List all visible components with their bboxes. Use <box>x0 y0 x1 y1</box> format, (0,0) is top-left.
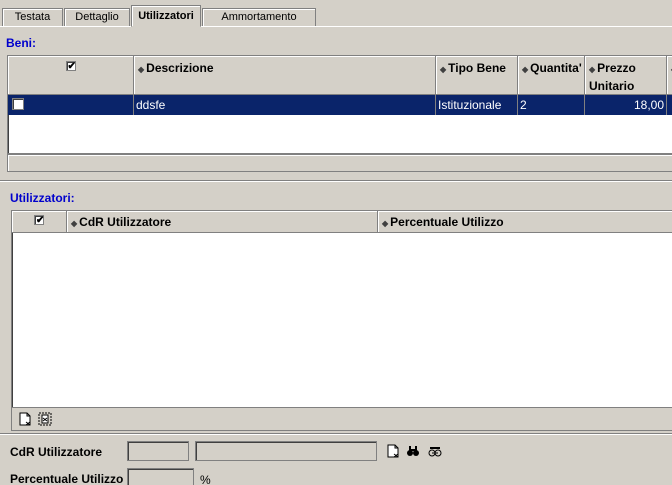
sort-icon: ◆ <box>138 65 145 74</box>
binoculars-icon[interactable] <box>406 444 420 461</box>
cdr-description-field[interactable] <box>195 441 377 461</box>
column-label: Tipo Bene <box>448 61 506 75</box>
column-header-quantita[interactable]: ◆ Quantita' <box>518 56 585 94</box>
select-all-checkbox[interactable] <box>65 59 76 75</box>
utilizzatori-toolbar <box>11 408 672 431</box>
beni-header: ◆Descrizione ◆Tipo Bene ◆Quantita' ◆Prez… <box>8 56 672 95</box>
sort-icon: ◆ <box>440 65 447 74</box>
column-label: Prezzo Unitario <box>589 61 636 93</box>
column-label: Descrizione <box>146 61 214 75</box>
utilizzatori-select-all-header[interactable] <box>12 211 67 232</box>
sort-icon: ◆ <box>522 65 529 74</box>
percentuale-utilizzo-label: Percentuale Utilizzo <box>10 472 124 485</box>
cell-descrizione: ddsfe <box>134 95 436 115</box>
column-label: Percentuale Utilizzo <box>390 215 504 229</box>
column-header-percentuale-utilizzo[interactable]: ◆ Percentuale Utilizzo <box>378 211 672 232</box>
beni-select-all-header[interactable] <box>8 56 134 94</box>
column-header-more[interactable]: ◆ <box>667 56 672 94</box>
table-row[interactable]: ddsfe Istituzionale 2 18,00 <box>8 95 672 115</box>
tab-dettaglio[interactable]: Dettaglio <box>64 8 130 27</box>
cell-quantita: 2 <box>518 95 585 115</box>
tab-ammortamento[interactable]: Ammortamento <box>202 8 316 27</box>
binoculars-clear-icon[interactable] <box>428 444 442 461</box>
new-row-icon[interactable] <box>18 412 32 426</box>
percentuale-utilizzo-field[interactable] <box>127 468 194 485</box>
new-document-icon[interactable] <box>386 444 400 461</box>
delete-row-icon[interactable] <box>38 412 52 426</box>
tab-label: Dettaglio <box>75 11 119 23</box>
sort-icon: ◆ <box>589 65 596 74</box>
column-label: Quantita' <box>530 61 582 75</box>
beni-horizontal-scrollbar[interactable] <box>7 154 672 172</box>
utilizzatori-title: Utilizzatori: <box>10 191 75 205</box>
cell-more <box>667 95 672 115</box>
column-header-tipo-bene[interactable]: ◆ Tipo Bene <box>436 56 518 94</box>
sort-icon: ◆ <box>382 219 389 228</box>
row-checkbox[interactable] <box>12 98 24 110</box>
sort-icon: ◆ <box>71 219 78 228</box>
percent-unit: % <box>200 473 211 485</box>
select-all-checkbox[interactable] <box>34 213 44 229</box>
column-header-cdr-utilizzatore[interactable]: ◆ CdR Utilizzatore <box>67 211 378 232</box>
cdr-utilizzatore-label: CdR Utilizzatore <box>10 445 103 459</box>
tab-underline <box>0 26 672 27</box>
tab-testata[interactable]: Testata <box>2 8 63 27</box>
tab-label: Testata <box>14 11 51 23</box>
column-header-prezzo-unitario[interactable]: ◆ Prezzo Unitario <box>585 56 667 94</box>
utilizzatori-header: ◆CdR Utilizzatore ◆Percentuale Utilizzo <box>12 211 672 233</box>
cell-tipo-bene: Istituzionale <box>436 95 518 115</box>
cdr-code-field[interactable] <box>127 441 189 461</box>
utilizzatori-grid: ◆CdR Utilizzatore ◆Percentuale Utilizzo <box>11 210 672 408</box>
beni-grid: ◆Descrizione ◆Tipo Bene ◆Quantita' ◆Prez… <box>7 55 672 154</box>
tab-label: Ammortamento <box>221 11 297 23</box>
tab-label: Utilizzatori <box>138 10 194 22</box>
tab-bar: Testata Dettaglio Utilizzatori Ammortame… <box>0 0 672 27</box>
column-header-descrizione[interactable]: ◆ Descrizione <box>134 56 436 94</box>
section-divider <box>0 180 672 182</box>
beni-title: Beni: <box>6 36 36 50</box>
cell-prezzo: 18,00 <box>585 95 667 115</box>
column-label: CdR Utilizzatore <box>79 215 172 229</box>
form-divider <box>0 433 672 435</box>
tab-utilizzatori[interactable]: Utilizzatori <box>131 5 201 27</box>
row-checkbox-cell[interactable] <box>8 95 134 115</box>
